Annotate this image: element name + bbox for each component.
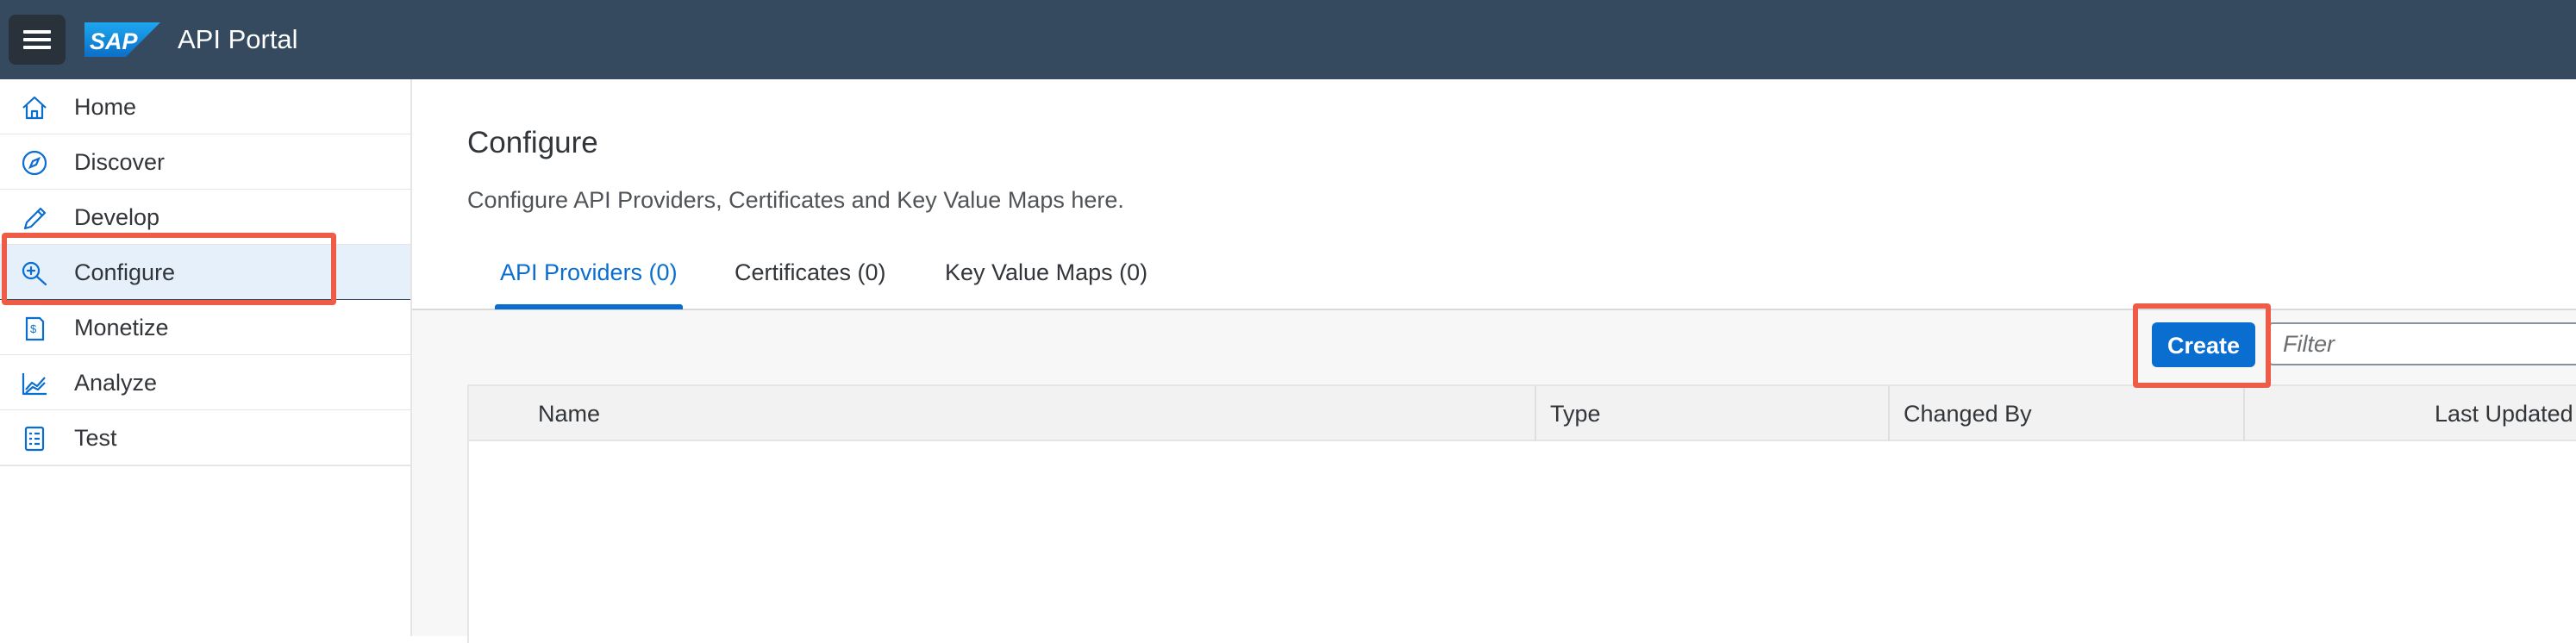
analyze-icon — [21, 371, 48, 396]
test-icon — [21, 426, 48, 452]
svg-text:$: $ — [30, 322, 37, 335]
monetize-icon: $ — [21, 315, 48, 341]
page-title: Configure — [467, 126, 598, 159]
table-header: Name Type Changed By Last Updated — [469, 384, 2576, 441]
sidebar-item-monetize[interactable]: $ Monetize — [0, 300, 410, 356]
sidebar-item-home[interactable]: Home — [0, 79, 410, 135]
tab-label: API Providers (0) — [500, 259, 678, 285]
menu-button[interactable] — [9, 15, 66, 65]
sidebar-item-label: Monetize — [74, 315, 169, 340]
hamburger-icon — [23, 30, 51, 49]
side-navigation: Home Discover Develop Configure $ Moneti… — [0, 79, 412, 636]
tab-api-providers[interactable]: API Providers (0) — [495, 236, 683, 309]
sap-logo[interactable]: SAP — [84, 22, 160, 57]
sidebar-item-discover[interactable]: Discover — [0, 134, 410, 190]
column-header-last-updated[interactable]: Last Updated — [2435, 386, 2573, 441]
providers-table: Name Type Changed By Last Updated — [467, 384, 2576, 643]
tab-selected-indicator — [495, 304, 683, 309]
column-divider — [2243, 386, 2245, 441]
sidebar-item-label: Analyze — [74, 370, 158, 396]
column-header-changed-by[interactable]: Changed By — [1904, 386, 2032, 441]
sidebar-item-label: Test — [74, 425, 117, 451]
sidebar-item-label: Develop — [74, 204, 160, 230]
filter-input[interactable] — [2269, 322, 2576, 365]
tab-label: Certificates (0) — [735, 259, 886, 285]
tab-bar: API Providers (0) Certificates (0) Key V… — [412, 236, 2576, 310]
tab-content: Create Name Type Changed By Last Updated — [412, 310, 2576, 643]
sidebar-item-label: Discover — [74, 149, 166, 175]
tab-key-value-maps[interactable]: Key Value Maps (0) — [945, 236, 1147, 309]
column-divider — [1888, 386, 1890, 441]
column-divider — [1535, 386, 1536, 441]
column-header-type[interactable]: Type — [1550, 386, 1601, 441]
pencil-icon — [21, 205, 48, 231]
shell-bar: SAP API Portal — [0, 0, 2576, 79]
sidebar-item-label: Home — [74, 94, 137, 120]
sidebar-item-test[interactable]: Test — [0, 410, 410, 466]
column-header-name[interactable]: Name — [538, 386, 600, 441]
svg-text:SAP: SAP — [90, 28, 139, 54]
sidebar-item-configure[interactable]: Configure — [0, 245, 410, 301]
tab-certificates[interactable]: Certificates (0) — [735, 236, 886, 309]
home-icon — [21, 95, 48, 121]
tab-label: Key Value Maps (0) — [945, 259, 1148, 285]
sidebar-item-label: Configure — [74, 259, 176, 285]
sidebar-item-develop[interactable]: Develop — [0, 190, 410, 246]
page-description: Configure API Providers, Certificates an… — [467, 187, 1124, 213]
app-title: API Portal — [178, 24, 298, 54]
sidebar-item-analyze[interactable]: Analyze — [0, 355, 410, 411]
compass-icon — [21, 150, 48, 176]
main-content: Configure Configure API Providers, Certi… — [412, 79, 2576, 643]
create-button[interactable]: Create — [2152, 322, 2255, 367]
configure-icon — [21, 260, 48, 286]
